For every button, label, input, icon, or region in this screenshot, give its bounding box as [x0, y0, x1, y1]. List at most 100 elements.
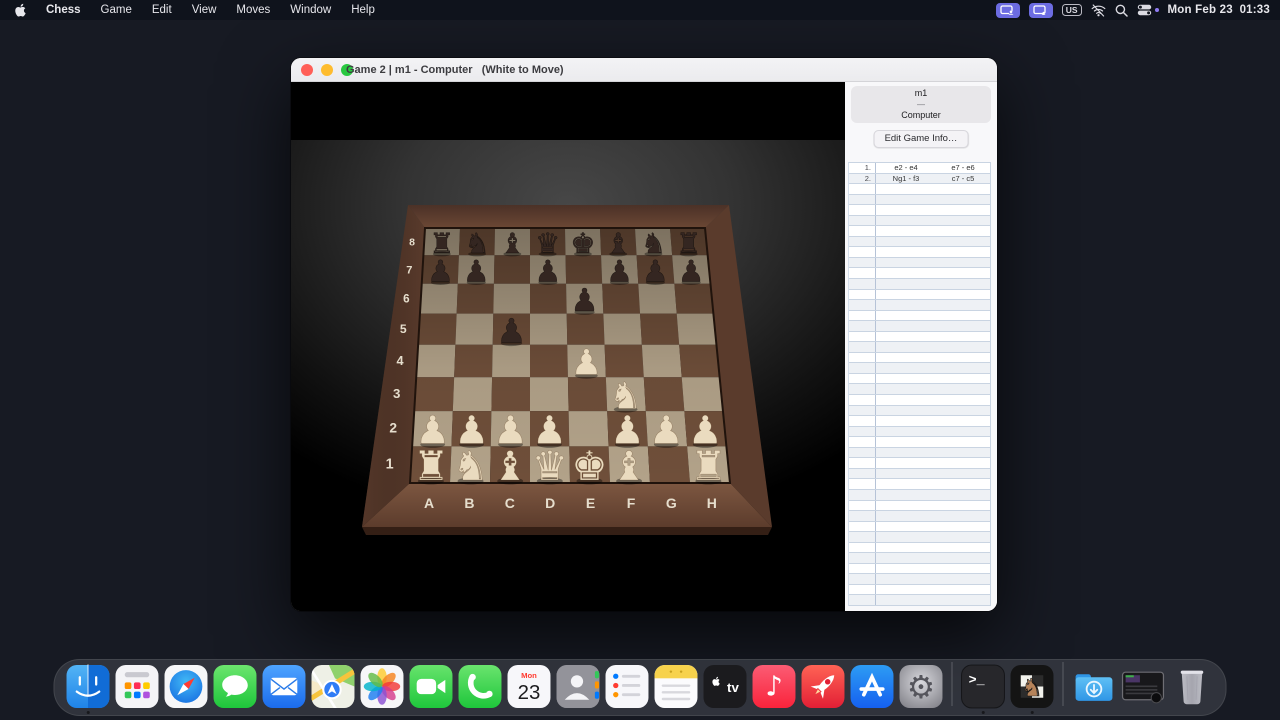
keyboard-layout-badge[interactable]: US: [1062, 4, 1082, 17]
move-row[interactable]: [849, 427, 990, 438]
white-move[interactable]: [876, 374, 936, 384]
move-row[interactable]: [849, 574, 990, 585]
white-move[interactable]: [876, 205, 936, 215]
move-number[interactable]: [849, 374, 876, 384]
white-move[interactable]: [876, 363, 936, 373]
black-move[interactable]: [936, 226, 990, 236]
move-row[interactable]: [849, 258, 990, 269]
move-row[interactable]: [849, 247, 990, 258]
white-move[interactable]: [876, 522, 936, 532]
white-move[interactable]: [876, 469, 936, 479]
move-row[interactable]: [849, 448, 990, 459]
move-row[interactable]: [849, 532, 990, 543]
menu-edit[interactable]: Edit: [142, 0, 182, 20]
square-d5[interactable]: [530, 314, 567, 345]
black-move[interactable]: [936, 332, 990, 342]
move-row[interactable]: [849, 522, 990, 533]
piece-white-bishop-f1[interactable]: ♝: [611, 442, 647, 490]
white-move[interactable]: [876, 332, 936, 342]
white-move[interactable]: [876, 258, 936, 268]
dock-minwindow-icon[interactable]: [1121, 664, 1166, 709]
dock-music-icon[interactable]: ♪: [752, 664, 797, 709]
move-row[interactable]: [849, 268, 990, 279]
piece-black-king-e8[interactable]: ♚: [570, 227, 595, 260]
dock-downloads-icon[interactable]: [1072, 664, 1117, 709]
white-move[interactable]: [876, 237, 936, 247]
menu-chess[interactable]: Chess: [36, 0, 91, 20]
black-move[interactable]: [936, 553, 990, 563]
move-row[interactable]: [849, 332, 990, 343]
piece-black-pawn-c5[interactable]: ♟: [497, 311, 527, 350]
white-move[interactable]: [876, 543, 936, 553]
menu-game[interactable]: Game: [91, 0, 142, 20]
white-move[interactable]: [876, 216, 936, 226]
move-number[interactable]: [849, 543, 876, 553]
white-move[interactable]: [876, 416, 936, 426]
black-move[interactable]: [936, 363, 990, 373]
black-move[interactable]: [936, 311, 990, 321]
move-number[interactable]: [849, 268, 876, 278]
move-number[interactable]: [849, 216, 876, 226]
white-move[interactable]: [876, 300, 936, 310]
wifi-off-icon[interactable]: [1091, 4, 1106, 17]
close-button[interactable]: [301, 64, 313, 76]
white-move[interactable]: [876, 585, 936, 595]
piece-white-pawn-g2[interactable]: ♟: [649, 409, 684, 454]
move-row[interactable]: [849, 226, 990, 237]
black-move[interactable]: [936, 522, 990, 532]
edit-game-info-button[interactable]: Edit Game Info…: [874, 130, 969, 148]
apple-menu-icon[interactable]: [0, 3, 36, 17]
black-move[interactable]: [936, 290, 990, 300]
white-move[interactable]: [876, 247, 936, 257]
move-number[interactable]: [849, 363, 876, 373]
white-move[interactable]: [876, 226, 936, 236]
dock-photos-icon[interactable]: [360, 664, 405, 709]
black-move[interactable]: [936, 237, 990, 247]
move-number[interactable]: [849, 479, 876, 489]
move-number[interactable]: [849, 237, 876, 247]
move-number[interactable]: [849, 226, 876, 236]
white-move[interactable]: [876, 384, 936, 394]
move-number[interactable]: [849, 184, 876, 194]
move-number[interactable]: [849, 416, 876, 426]
move-number[interactable]: [849, 595, 876, 605]
piece-black-pawn-d7[interactable]: ♟: [535, 254, 562, 289]
square-d4[interactable]: [530, 345, 568, 378]
piece-black-bishop-c8[interactable]: ♝: [500, 227, 525, 260]
black-move[interactable]: [936, 595, 990, 605]
piece-black-pawn-e6[interactable]: ♟: [570, 283, 598, 319]
move-row[interactable]: [849, 237, 990, 248]
piece-black-pawn-b7[interactable]: ♟: [463, 254, 490, 289]
black-move[interactable]: [936, 427, 990, 437]
move-row[interactable]: [849, 553, 990, 564]
move-row[interactable]: [849, 479, 990, 490]
white-move[interactable]: [876, 353, 936, 363]
move-row[interactable]: [849, 416, 990, 427]
white-move[interactable]: [876, 195, 936, 205]
black-move[interactable]: [936, 564, 990, 574]
move-number[interactable]: [849, 279, 876, 289]
move-list[interactable]: 1.e2 - e4e7 - e62.Ng1 - f3c7 - c5: [848, 162, 991, 606]
square-b3[interactable]: [453, 377, 492, 411]
white-move[interactable]: [876, 553, 936, 563]
move-row[interactable]: [849, 585, 990, 596]
white-move[interactable]: [876, 458, 936, 468]
dock-facetime-icon[interactable]: [409, 664, 454, 709]
square-e2[interactable]: [569, 411, 609, 446]
white-move[interactable]: [876, 342, 936, 352]
square-h5[interactable]: [677, 314, 717, 345]
move-row[interactable]: [849, 290, 990, 301]
square-g3[interactable]: [644, 377, 685, 411]
move-number[interactable]: [849, 427, 876, 437]
square-a4[interactable]: [416, 345, 455, 378]
dock-settings-icon[interactable]: ⚙: [899, 664, 944, 709]
move-number[interactable]: [849, 353, 876, 363]
dock-trash-icon[interactable]: [1170, 664, 1215, 709]
black-move[interactable]: [936, 543, 990, 553]
move-number[interactable]: [849, 574, 876, 584]
square-h4[interactable]: [679, 345, 719, 378]
piece-black-pawn-f7[interactable]: ♟: [606, 254, 633, 289]
square-b5[interactable]: [455, 314, 493, 345]
dock-maps-icon[interactable]: [311, 664, 356, 709]
black-move[interactable]: c7 - c5: [936, 174, 990, 184]
